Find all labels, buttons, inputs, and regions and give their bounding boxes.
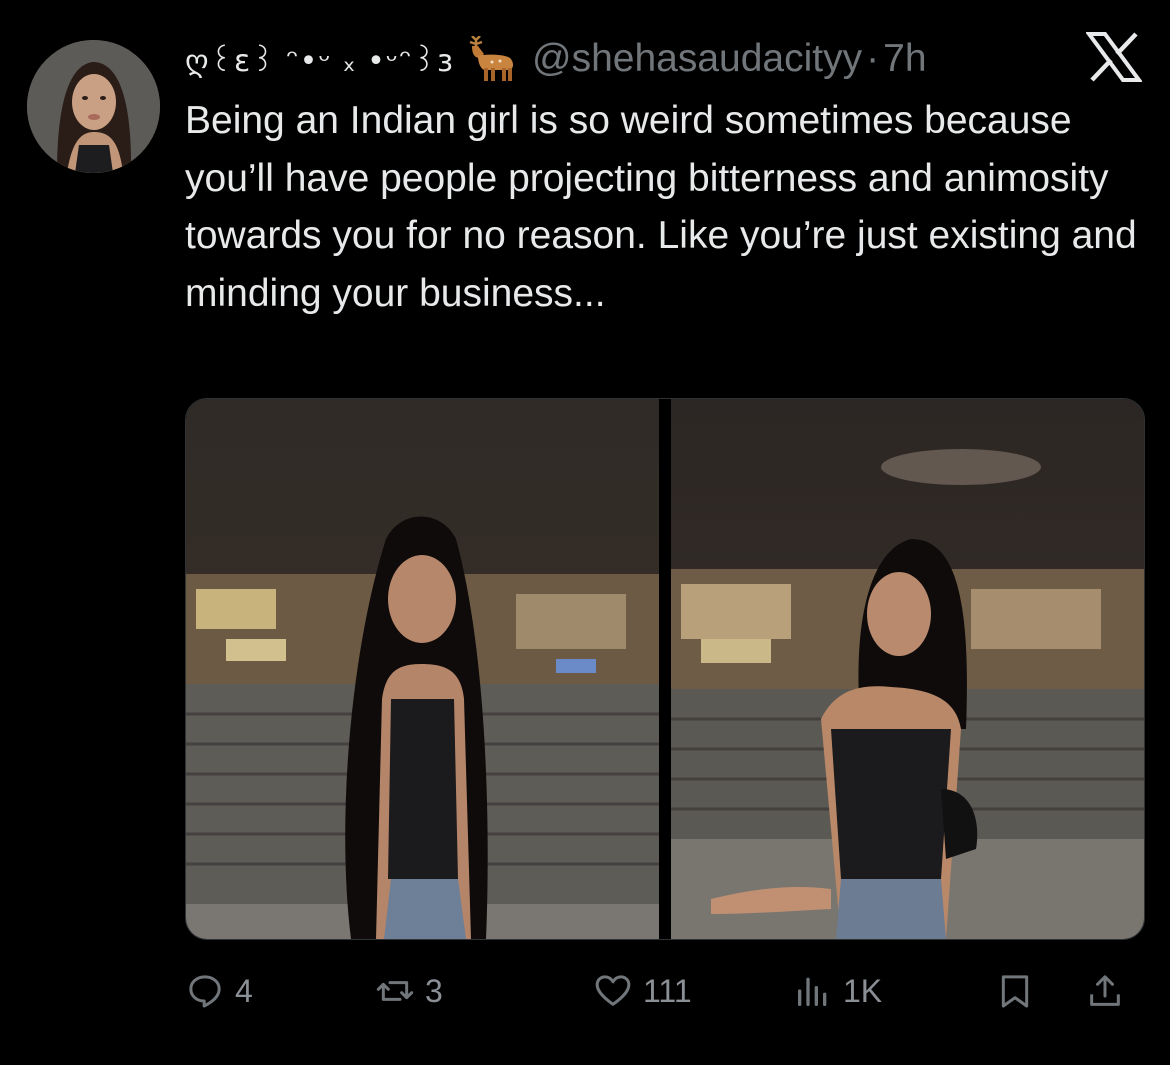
views-count: 1K: [843, 972, 883, 1009]
tweet-header: ღ꒰ɛ꒱ ᵔ•ᵕ ₓ •ᵕᵔ꒱ɜ @shehasaudacityy · 7h: [185, 36, 927, 82]
tweet-timestamp[interactable]: 7h: [883, 37, 926, 81]
views-icon: [798, 977, 827, 1006]
reply-count: 4: [235, 972, 253, 1009]
photo-2[interactable]: [671, 399, 1144, 939]
deer-emoji-icon: [462, 36, 520, 82]
display-name[interactable]: ღ꒰ɛ꒱ ᵔ•ᵕ ₓ •ᵕᵔ꒱ɜ: [185, 40, 454, 79]
bookmark-button[interactable]: [995, 962, 1045, 1020]
bookmark-icon: [1001, 975, 1029, 1008]
tweet-media: [185, 398, 1145, 940]
like-icon: [595, 975, 631, 1006]
retweet-button[interactable]: 3: [375, 962, 443, 1020]
views-button[interactable]: 1K: [793, 962, 882, 1020]
share-button[interactable]: [1085, 962, 1135, 1020]
share-icon: [1090, 975, 1120, 1006]
user-handle[interactable]: @shehasaudacityy: [532, 37, 862, 81]
reply-button[interactable]: 4: [185, 962, 253, 1020]
separator-dot: ·: [866, 37, 880, 80]
avatar[interactable]: [27, 40, 160, 173]
tweet-text: Being an Indian girl is so weird sometim…: [185, 99, 1137, 315]
x-logo-icon[interactable]: [1085, 32, 1143, 82]
avatar-image: [27, 40, 160, 173]
retweet-icon: [376, 981, 414, 1001]
photo-1[interactable]: [186, 399, 659, 939]
like-count: 111: [643, 972, 692, 1009]
like-button[interactable]: 111: [593, 962, 692, 1020]
reply-icon: [189, 975, 221, 1008]
retweet-count: 3: [425, 972, 443, 1009]
action-bar: 4 3 111 1K: [185, 962, 1145, 1020]
